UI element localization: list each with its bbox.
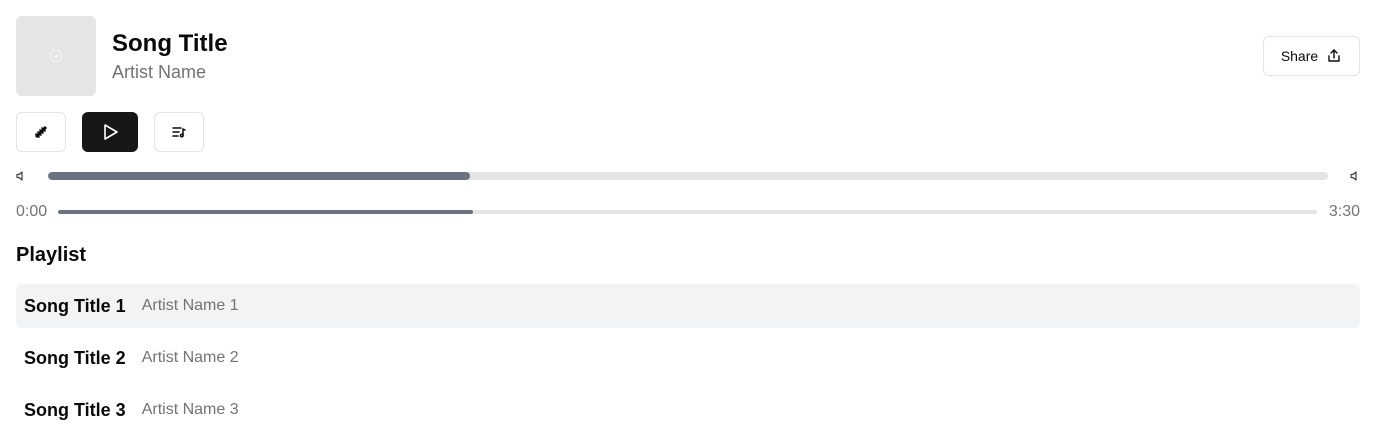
disc-icon bbox=[50, 50, 62, 62]
playback-controls bbox=[16, 112, 1360, 152]
playlist-item-title: Song Title 2 bbox=[24, 347, 126, 368]
playlist: Song Title 1 Artist Name 1 Song Title 2 … bbox=[16, 284, 1360, 440]
album-cover bbox=[16, 16, 96, 96]
playlist-item[interactable]: Song Title 1 Artist Name 1 bbox=[16, 284, 1360, 328]
share-button[interactable]: Share bbox=[1263, 36, 1360, 76]
volume-fill bbox=[48, 172, 471, 180]
playlist-item[interactable]: Song Title 3 Artist Name 3 bbox=[16, 388, 1360, 432]
song-title: Song Title bbox=[112, 29, 228, 57]
playlist-item-title: Song Title 3 bbox=[24, 399, 126, 420]
duration: 3:30 bbox=[1328, 203, 1360, 220]
track-meta: Song Title Artist Name bbox=[112, 29, 228, 84]
volume-high-icon bbox=[1350, 171, 1357, 181]
playlist-item-artist: Artist Name 1 bbox=[141, 297, 239, 314]
shuffle-icon bbox=[35, 126, 47, 138]
volume-slider[interactable] bbox=[16, 168, 1360, 184]
playlist-item-artist: Artist Name 3 bbox=[141, 401, 239, 418]
now-playing-header: Song Title Artist Name bbox=[16, 16, 1360, 96]
shuffle-button[interactable] bbox=[16, 112, 66, 152]
music-player: Song Title Artist Name Share 0:00 3:30 P… bbox=[0, 0, 1376, 448]
play-icon bbox=[104, 124, 118, 140]
volume-track[interactable] bbox=[48, 172, 1328, 180]
progress-track[interactable] bbox=[58, 210, 1317, 214]
playlist-item[interactable]: Song Title 2 Artist Name 2 bbox=[16, 336, 1360, 380]
artist-name: Artist Name bbox=[112, 61, 207, 82]
playlist-heading: Playlist bbox=[16, 244, 87, 266]
share-icon bbox=[1328, 49, 1340, 62]
playlist-button[interactable] bbox=[154, 112, 204, 152]
current-time: 0:00 bbox=[16, 203, 48, 220]
playlist-item-title: Song Title 1 bbox=[24, 295, 126, 316]
volume-low-icon bbox=[16, 171, 23, 181]
playback-progress[interactable]: 0:00 3:30 bbox=[16, 202, 1360, 222]
progress-fill bbox=[58, 210, 474, 214]
list-music-icon bbox=[172, 127, 186, 138]
playlist-item-artist: Artist Name 2 bbox=[141, 349, 239, 366]
play-button[interactable] bbox=[82, 112, 138, 152]
share-label: Share bbox=[1280, 48, 1319, 64]
